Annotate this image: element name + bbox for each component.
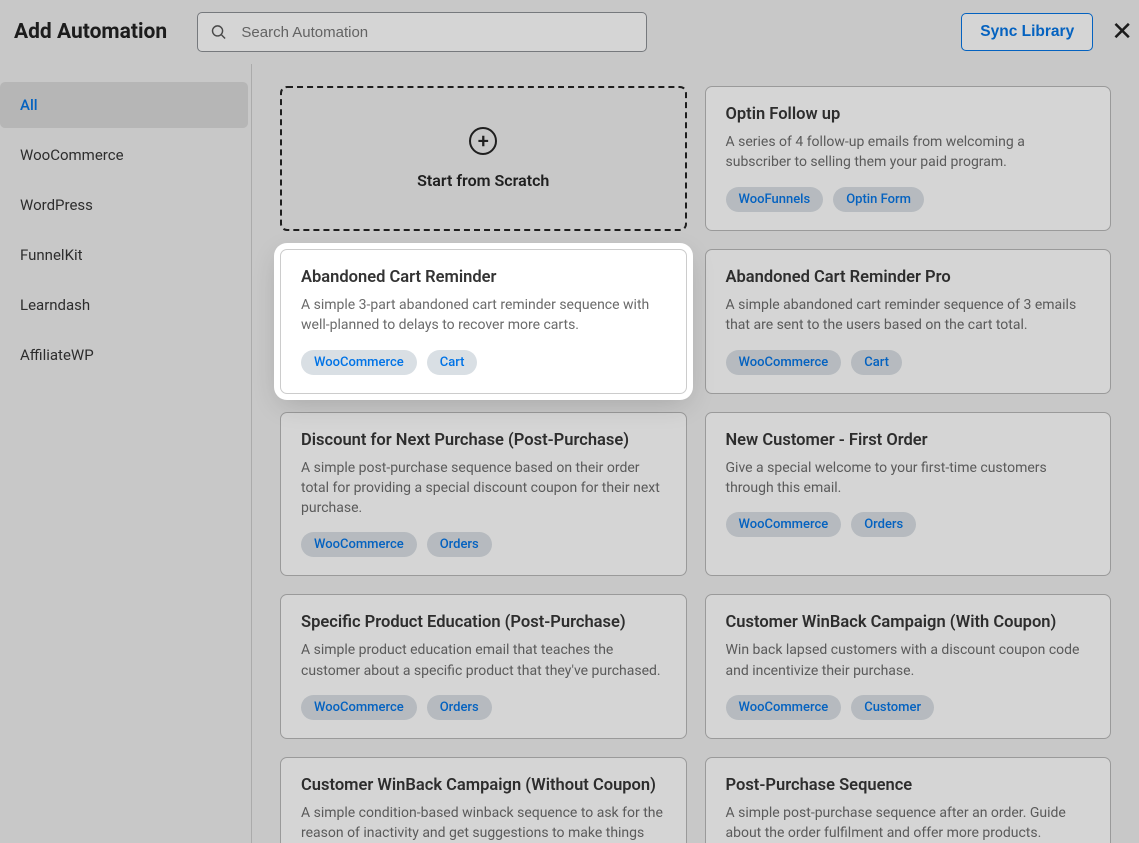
sidebar-item-wordpress[interactable]: WordPress — [0, 182, 248, 228]
search-input[interactable] — [227, 24, 634, 41]
page-title: Add Automation — [14, 20, 167, 44]
automation-card[interactable]: Customer WinBack Campaign (With Coupon) W… — [705, 594, 1112, 739]
tag: WooCommerce — [726, 350, 842, 375]
card-tags: WooCommerce Cart — [726, 350, 1091, 375]
automation-card[interactable]: Abandoned Cart Reminder Pro A simple aban… — [705, 249, 1112, 394]
tag: Cart — [427, 350, 478, 375]
card-tags: WooCommerce Cart — [301, 350, 666, 375]
card-description: Give a special welcome to your first-tim… — [726, 458, 1091, 499]
tag: Orders — [427, 532, 492, 557]
search-container[interactable] — [197, 12, 647, 52]
card-title: Post-Purchase Sequence — [726, 776, 1091, 795]
card-title: Optin Follow up — [726, 105, 1091, 124]
card-title: Customer WinBack Campaign (Without Coupo… — [301, 776, 666, 795]
automation-card[interactable]: Post-Purchase Sequence A simple post-purc… — [705, 757, 1112, 843]
card-title: Discount for Next Purchase (Post-Purchas… — [301, 431, 666, 450]
card-description: A simple condition-based winback sequenc… — [301, 803, 666, 843]
sidebar-item-affiliatewp[interactable]: AffiliateWP — [0, 332, 248, 378]
tag: WooFunnels — [726, 187, 824, 212]
card-title: Abandoned Cart Reminder — [301, 268, 666, 287]
card-title: Specific Product Education (Post-Purchas… — [301, 613, 666, 632]
sidebar-item-woocommerce[interactable]: WooCommerce — [0, 132, 248, 178]
sidebar-item-learndash[interactable]: Learndash — [0, 282, 248, 328]
card-tags: WooCommerce Customer — [726, 695, 1091, 720]
card-tags: WooCommerce Orders — [301, 695, 666, 720]
card-tags: WooCommerce Orders — [301, 532, 666, 557]
main-content: + Start from Scratch Optin Follow up A se… — [252, 64, 1139, 843]
card-description: A simple post-purchase sequence after an… — [726, 803, 1091, 843]
card-description: A series of 4 follow-up emails from welc… — [726, 132, 1091, 173]
start-from-scratch-card[interactable]: + Start from Scratch — [280, 86, 687, 231]
sidebar: AllWooCommerceWordPressFunnelKitLearndas… — [0, 64, 252, 843]
tag: Customer — [851, 695, 934, 720]
tag: Orders — [851, 512, 916, 537]
plus-icon: + — [469, 127, 497, 155]
card-description: Win back lapsed customers with a discoun… — [726, 640, 1091, 681]
card-description: A simple 3-part abandoned cart reminder … — [301, 295, 666, 336]
tag: Cart — [851, 350, 902, 375]
card-title: Customer WinBack Campaign (With Coupon) — [726, 613, 1091, 632]
automation-card[interactable]: Customer WinBack Campaign (Without Coupo… — [280, 757, 687, 843]
card-description: A simple product education email that te… — [301, 640, 666, 681]
tag: WooCommerce — [301, 695, 417, 720]
automation-card[interactable]: Discount for Next Purchase (Post-Purchas… — [280, 412, 687, 577]
automation-card[interactable]: Optin Follow up A series of 4 follow-up e… — [705, 86, 1112, 231]
scratch-label: Start from Scratch — [417, 171, 549, 190]
automation-card[interactable]: Specific Product Education (Post-Purchas… — [280, 594, 687, 739]
tag: Optin Form — [833, 187, 924, 212]
tag: WooCommerce — [726, 695, 842, 720]
automation-card[interactable]: New Customer - First Order Give a special… — [705, 412, 1112, 577]
automation-card[interactable]: Abandoned Cart Reminder A simple 3-part a… — [280, 249, 687, 394]
tag: WooCommerce — [301, 350, 417, 375]
card-tags: WooFunnels Optin Form — [726, 187, 1091, 212]
sync-library-button[interactable]: Sync Library — [961, 13, 1093, 51]
close-icon[interactable]: ✕ — [1111, 17, 1133, 47]
search-icon — [210, 23, 227, 41]
header: Add Automation Sync Library ✕ — [0, 0, 1139, 64]
tag: WooCommerce — [726, 512, 842, 537]
sidebar-item-funnelkit[interactable]: FunnelKit — [0, 232, 248, 278]
card-title: New Customer - First Order — [726, 431, 1091, 450]
sidebar-item-all[interactable]: All — [0, 82, 248, 128]
card-title: Abandoned Cart Reminder Pro — [726, 268, 1091, 287]
card-description: A simple post-purchase sequence based on… — [301, 458, 666, 519]
card-description: A simple abandoned cart reminder sequenc… — [726, 295, 1091, 336]
card-tags: WooCommerce Orders — [726, 512, 1091, 537]
tag: Orders — [427, 695, 492, 720]
tag: WooCommerce — [301, 532, 417, 557]
